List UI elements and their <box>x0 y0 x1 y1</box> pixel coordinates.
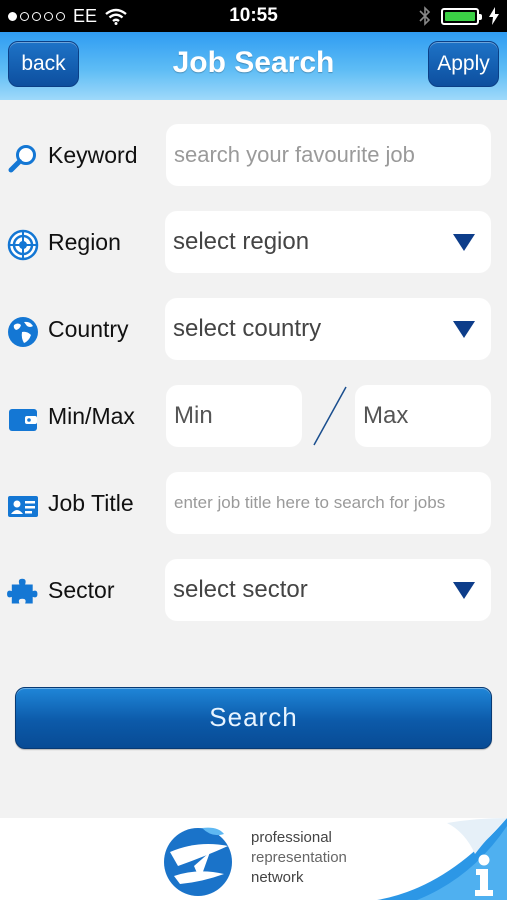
job-title-row: Job Title enter job title here to search… <box>0 472 507 536</box>
region-label: Region <box>48 229 121 255</box>
info-icon[interactable] <box>470 854 498 898</box>
job-title-input[interactable]: enter job title here to search for jobs <box>166 472 491 534</box>
max-input[interactable]: Max <box>355 385 491 447</box>
minmax-label: Min/Max <box>48 403 135 429</box>
keyword-input[interactable]: search your favourite job <box>166 124 491 186</box>
job-title-placeholder: enter job title here to search for jobs <box>174 493 446 512</box>
magnifier-icon <box>8 145 36 173</box>
org-line-1: professional <box>251 829 332 846</box>
keyword-label: Keyword <box>48 142 138 168</box>
apply-button[interactable]: Apply <box>428 41 499 87</box>
charging-bolt-icon <box>489 7 499 25</box>
region-dropdown[interactable]: select region <box>165 211 491 273</box>
dropdown-arrow-icon <box>453 234 475 251</box>
region-row: Region select region <box>0 211 507 275</box>
keyword-row: Keyword search your favourite job <box>0 124 507 188</box>
navigation-bar: back Job Search Apply <box>0 32 507 100</box>
search-button[interactable]: Search <box>15 687 492 749</box>
region-target-icon <box>7 229 39 261</box>
organization-name: professional representation network <box>251 828 347 888</box>
min-placeholder: Min <box>174 402 213 429</box>
sector-label: Sector <box>48 577 115 603</box>
bluetooth-icon <box>419 6 431 26</box>
sector-value: select sector <box>173 576 308 603</box>
region-value: select region <box>173 228 310 255</box>
job-title-label: Job Title <box>48 490 134 516</box>
org-line-3: network <box>251 869 304 886</box>
country-label: Country <box>48 316 129 342</box>
min-input[interactable]: Min <box>166 385 302 447</box>
country-value: select country <box>173 315 322 342</box>
footer-banner: professional representation network <box>0 818 507 900</box>
max-placeholder: Max <box>363 402 409 429</box>
range-separator <box>313 386 347 446</box>
org-line-2: representation <box>251 849 347 866</box>
status-bar: EE 10:55 <box>0 0 507 32</box>
dropdown-arrow-icon <box>453 582 475 599</box>
sector-row: Sector select sector <box>0 559 507 623</box>
wallet-icon <box>9 409 37 431</box>
sector-dropdown[interactable]: select sector <box>165 559 491 621</box>
globe-icon <box>8 317 38 347</box>
minmax-row: Min/Max Min Max <box>0 385 507 449</box>
country-row: Country select country <box>0 298 507 362</box>
prn-logo <box>164 827 232 896</box>
country-dropdown[interactable]: select country <box>165 298 491 360</box>
keyword-placeholder: search your favourite job <box>174 142 415 167</box>
dropdown-arrow-icon <box>453 321 475 338</box>
puzzle-icon <box>7 578 38 604</box>
battery-icon <box>441 7 482 25</box>
id-card-icon <box>8 496 38 517</box>
